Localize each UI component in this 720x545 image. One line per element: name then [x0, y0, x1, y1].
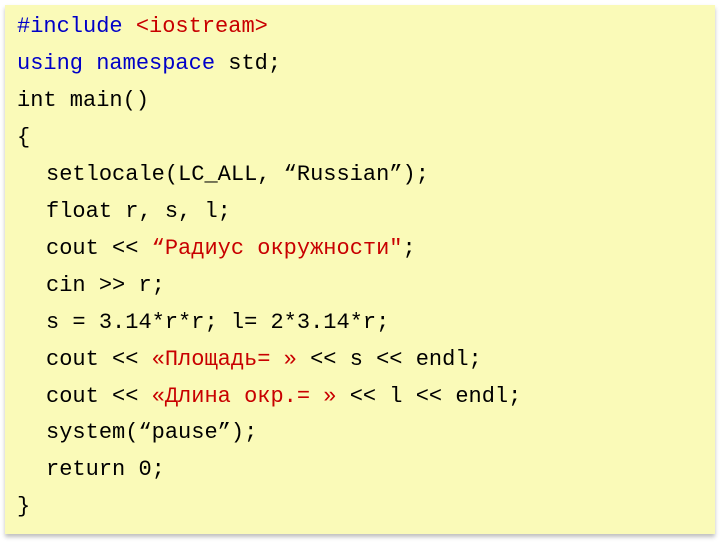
code-line: float r, s, l;: [17, 194, 703, 231]
code-text: cout <<: [46, 384, 152, 409]
code-text: cout <<: [46, 347, 152, 372]
keyword: using namespace: [17, 51, 215, 76]
code-text: << s << endl;: [297, 347, 482, 372]
code-text: ;: [403, 236, 416, 261]
code-line: system(“pause”);: [17, 415, 703, 452]
preprocessor: #include: [17, 14, 136, 39]
code-text: system(“pause”);: [46, 420, 257, 445]
code-text: std;: [215, 51, 281, 76]
code-text: << l << endl;: [337, 384, 522, 409]
brace: {: [17, 125, 30, 150]
code-line: cout << «Площадь= » << s << endl;: [17, 342, 703, 379]
code-text: s = 3.14*r*r; l= 2*3.14*r;: [46, 310, 389, 335]
code-line: setlocale(LC_ALL, “Russian”);: [17, 157, 703, 194]
code-line: int main(): [17, 83, 703, 120]
code-text: float r, s, l;: [46, 199, 231, 224]
code-text: int main(): [17, 88, 149, 113]
code-text: setlocale(LC_ALL, “Russian”);: [46, 162, 429, 187]
string-literal: “Радиус окружности": [152, 236, 403, 261]
brace: }: [17, 494, 30, 519]
code-text: cin >> r;: [46, 273, 165, 298]
code-line: cout << “Радиус окружности";: [17, 231, 703, 268]
code-line: s = 3.14*r*r; l= 2*3.14*r;: [17, 305, 703, 342]
code-block: #include <iostream> using namespace std;…: [5, 5, 715, 534]
code-line: cin >> r;: [17, 268, 703, 305]
code-line: }: [17, 489, 703, 526]
code-text: cout <<: [46, 236, 152, 261]
string-literal: «Длина окр.= »: [152, 384, 337, 409]
code-line: cout << «Длина окр.= » << l << endl;: [17, 379, 703, 416]
code-text: return 0;: [46, 457, 165, 482]
code-line: using namespace std;: [17, 46, 703, 83]
code-line: #include <iostream>: [17, 9, 703, 46]
string-literal: «Площадь= »: [152, 347, 297, 372]
header-name: <iostream>: [136, 14, 268, 39]
code-line: return 0;: [17, 452, 703, 489]
code-line: {: [17, 120, 703, 157]
